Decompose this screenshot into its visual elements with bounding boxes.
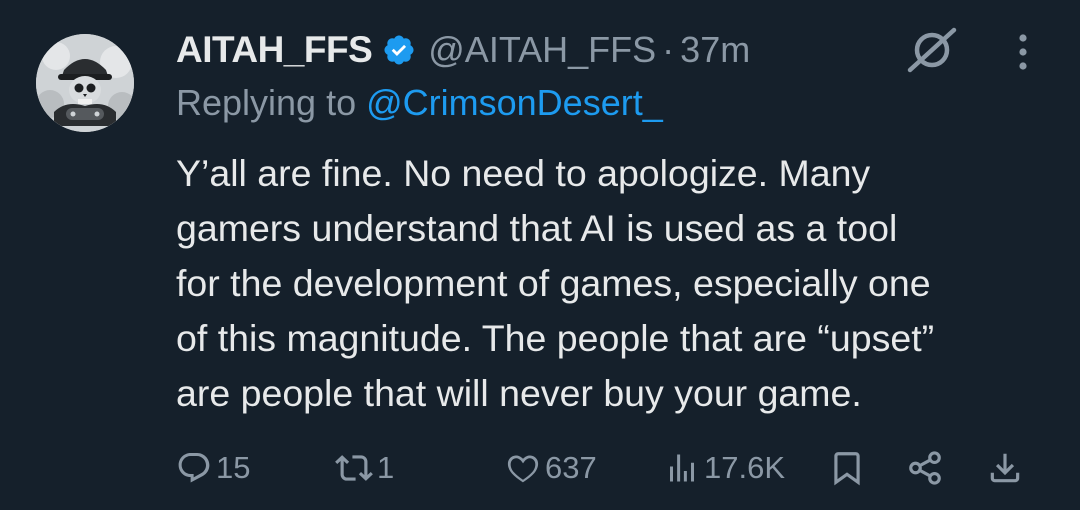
tweet-text-line: are people that will never buy your game…	[176, 372, 862, 414]
like-count: 637	[545, 450, 597, 485]
avatar[interactable]	[36, 34, 134, 132]
bookmark-button[interactable]	[828, 440, 866, 496]
reply-button[interactable]: 15	[176, 440, 250, 496]
hidden-reply-icon[interactable]	[902, 26, 960, 74]
repost-count: 1	[377, 450, 395, 485]
views-count: 17.6K	[704, 450, 786, 485]
replying-to: Replying to @CrimsonDesert_	[176, 82, 663, 124]
action-bar: 15 1 637 17.6K	[0, 440, 1080, 496]
views-button[interactable]: 17.6K	[664, 440, 785, 496]
tweet-text-line: Y’all are fine. No need to apologize. Ma…	[176, 152, 871, 194]
views-icon	[670, 454, 694, 482]
share-icon	[909, 451, 941, 485]
heart-icon	[507, 455, 539, 483]
like-button[interactable]: 637	[505, 440, 597, 496]
reply-count: 15	[216, 450, 251, 485]
replying-to-mention[interactable]: @CrimsonDesert_	[366, 82, 663, 123]
separator-dot: ·	[662, 29, 675, 70]
download-icon	[990, 453, 1020, 483]
verified-badge-icon[interactable]	[382, 33, 416, 67]
avatar-image	[36, 34, 134, 132]
timestamp[interactable]: 37m	[680, 29, 750, 71]
tweet-text: Y’all are fine. No need to apologize. Ma…	[176, 146, 1056, 421]
reply-icon	[178, 453, 210, 483]
user-handle[interactable]: @AITAH_FFS	[428, 29, 656, 71]
tweet-header: AITAH_FFS @AITAH_FFS · 37m	[176, 24, 750, 76]
bookmark-icon	[834, 452, 860, 486]
repost-icon	[335, 455, 373, 481]
share-button[interactable]	[906, 440, 944, 496]
tweet-text-line: gamers understand that AI is used as a t…	[176, 207, 898, 249]
tweet[interactable]: AITAH_FFS @AITAH_FFS · 37m Replying to @…	[0, 0, 1080, 510]
more-options-icon[interactable]	[1008, 32, 1038, 72]
display-name[interactable]: AITAH_FFS	[176, 29, 373, 71]
repost-button[interactable]: 1	[335, 440, 394, 496]
replying-to-label: Replying to	[176, 82, 357, 123]
tweet-text-line: for the development of games, especially…	[176, 262, 931, 304]
tweet-text-line: of this magnitude. The people that are “…	[176, 317, 935, 359]
download-button[interactable]	[986, 440, 1024, 496]
